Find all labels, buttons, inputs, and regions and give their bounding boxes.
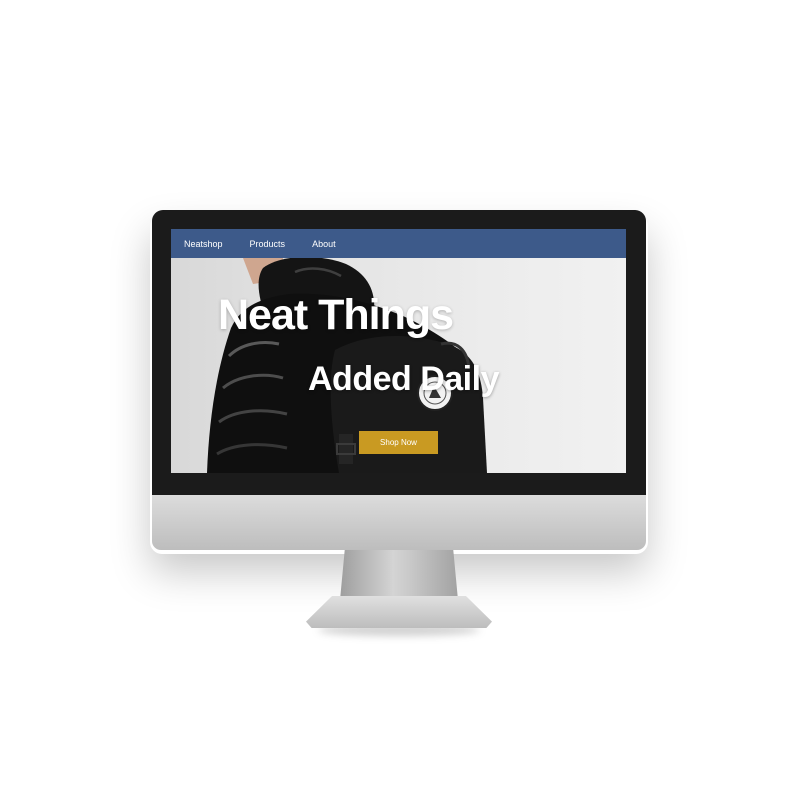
top-navbar: Neatshop Products About bbox=[171, 229, 626, 258]
hero-headline-line1: Neat Things bbox=[218, 291, 454, 339]
monitor-chin bbox=[152, 495, 646, 550]
monitor-screen: Neatshop Products About Neat Things Adde… bbox=[171, 229, 626, 473]
nav-link-products[interactable]: Products bbox=[250, 239, 286, 249]
hero-banner: Neat Things Added Daily Shop Now bbox=[171, 258, 626, 473]
monitor-stand-base bbox=[306, 596, 492, 628]
nav-brand-link[interactable]: Neatshop bbox=[184, 239, 223, 249]
nav-link-about[interactable]: About bbox=[312, 239, 336, 249]
hero-headline-line2: Added Daily bbox=[308, 360, 499, 398]
monitor-stand-neck bbox=[340, 550, 458, 600]
shop-now-button[interactable]: Shop Now bbox=[359, 431, 438, 454]
